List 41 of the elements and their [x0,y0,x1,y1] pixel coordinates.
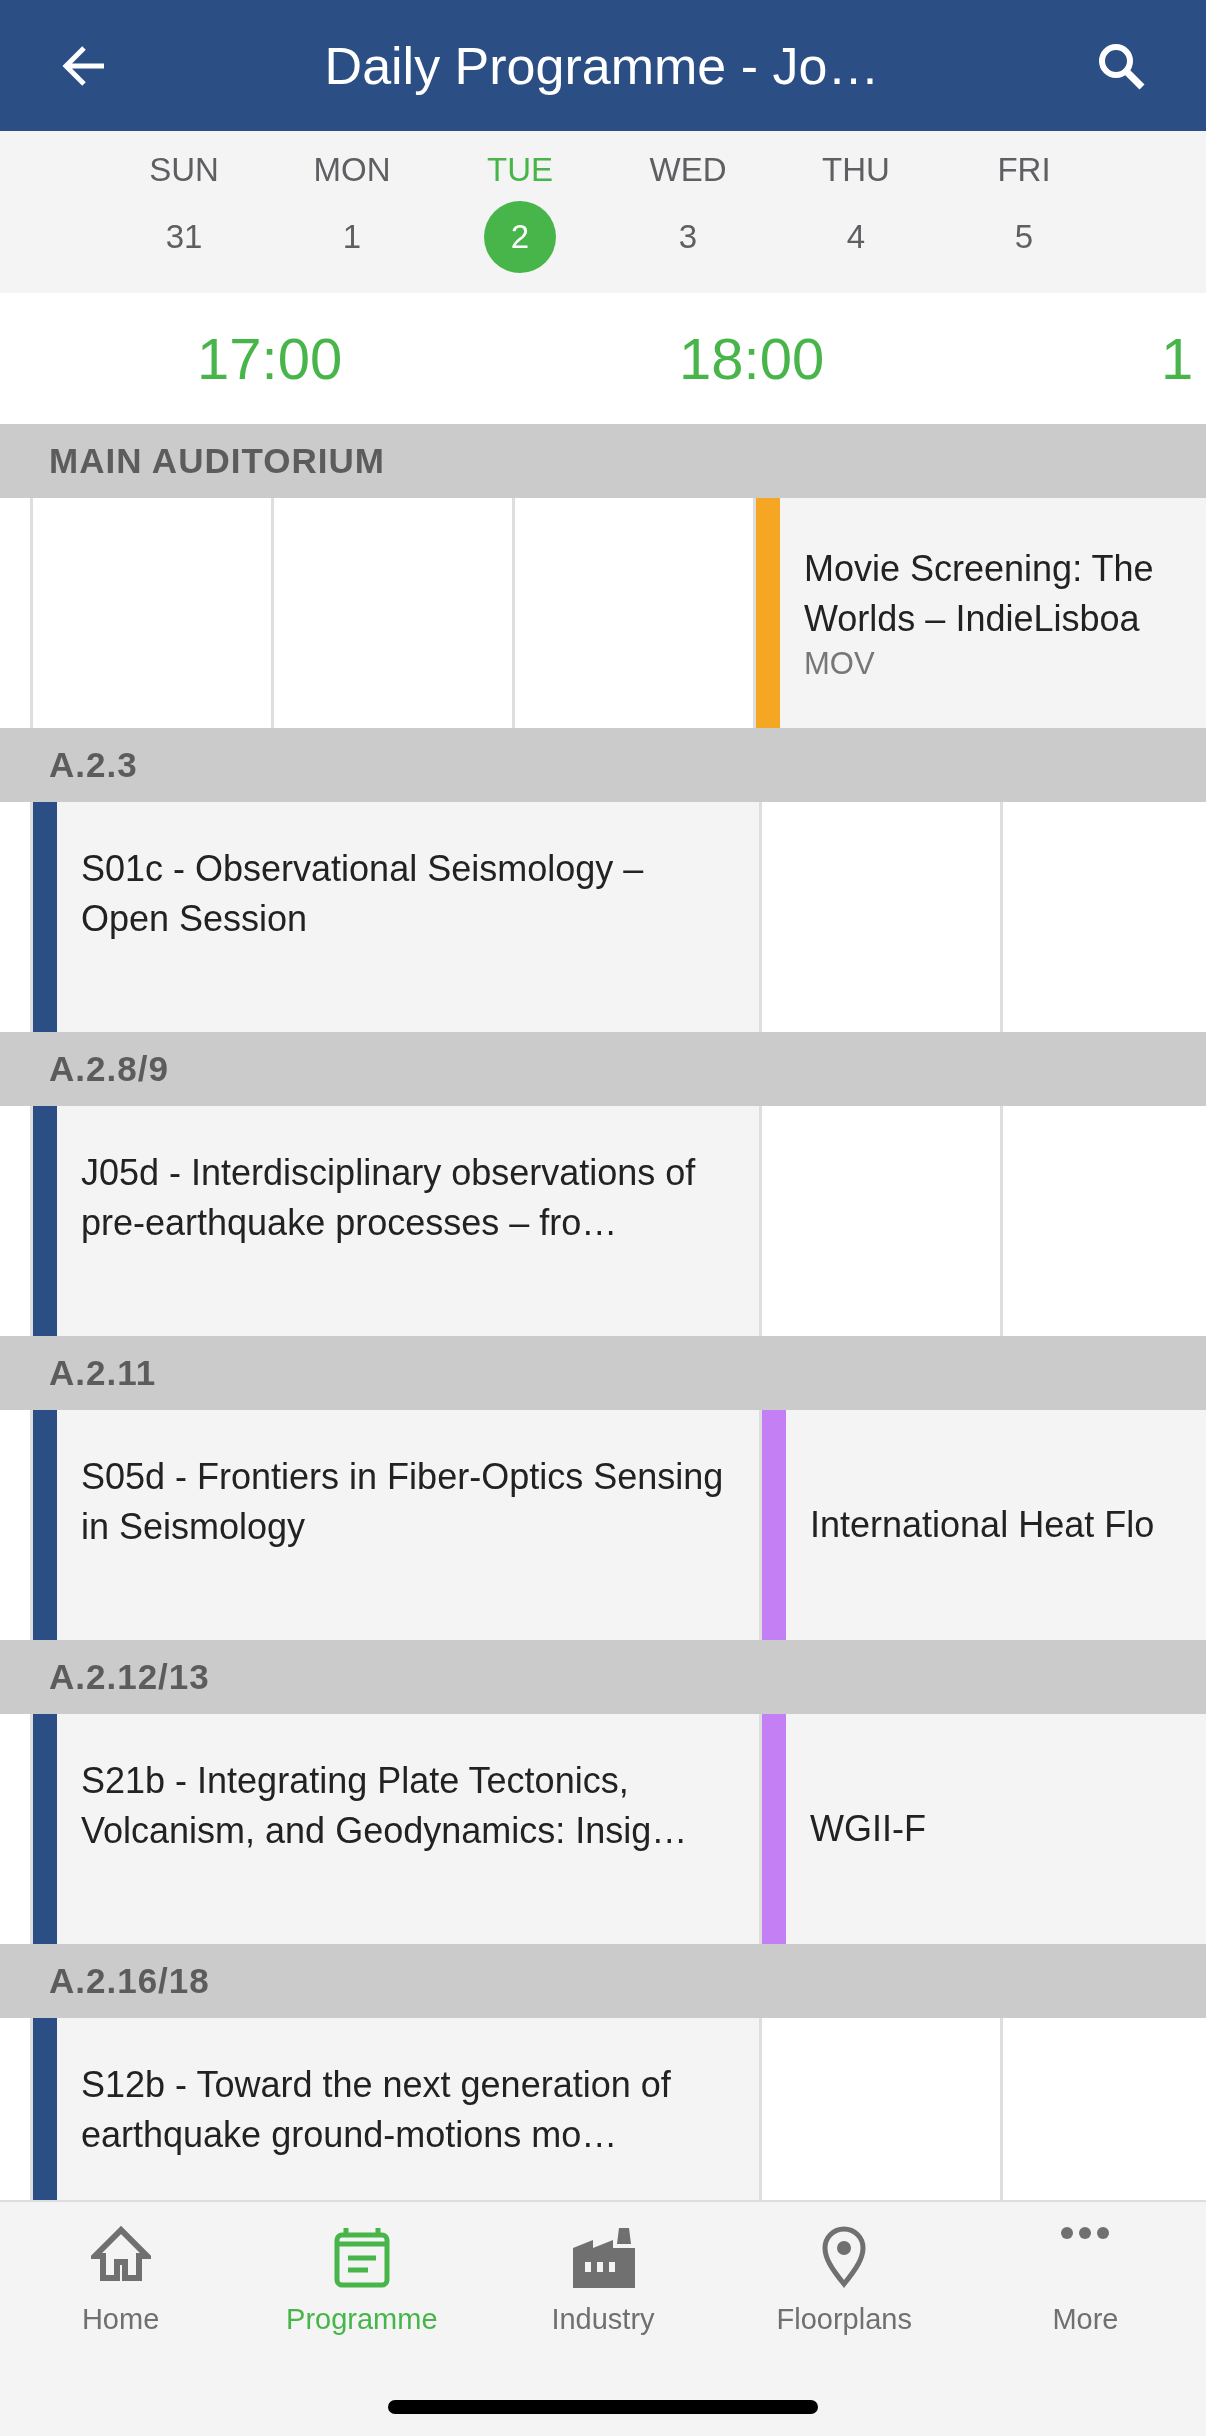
room-name: A.2.3 [49,745,138,785]
hour-label: 17:00 [197,326,343,391]
calendar-icon [333,2226,390,2288]
day-tab[interactable]: FRI 5 [940,131,1108,293]
session-title: J05d - Interdisciplinary observations of pre-earthquake processes – fro… [81,1151,697,1245]
room-name: A.2.11 [49,1353,157,1393]
session-title: S12b - Toward the next generation of earthquake ground-motions mo… [81,2063,672,2157]
nav-tab[interactable]: Industry [482,2226,724,2336]
hour-label: 1 [1161,326,1194,391]
session-card[interactable]: S12b - Toward the next generation of earthquake ground-motions mo… [33,2018,759,2200]
session-title: S01c - Observational Seismology – Open Session [81,847,645,941]
session-code: MOV [804,646,875,682]
session-title: S05d - Frontiers in Fiber-Optics Sensing in Seismology [81,1455,725,1549]
house-icon [90,2226,151,2282]
session-title: WGII-F [810,1807,926,1851]
session-title: International Heat Flo [810,1503,1155,1547]
day-tab[interactable]: WED 3 [604,131,772,293]
day-tab[interactable]: MON 1 [268,131,436,293]
session-card[interactable]: International Heat Flo [762,1410,1206,1640]
session-card[interactable]: Movie Screening: The Worlds – IndieLisboa MOV [756,498,1206,728]
more-dots-icon [1060,2226,1111,2240]
nav-tab[interactable]: Home [0,2226,242,2336]
room-name: MAIN AUDITORIUM [49,441,385,481]
day-tab[interactable]: THU 4 [772,131,940,293]
hour-label: 18:00 [679,326,825,391]
session-card[interactable]: S21b - Integrating Plate Tectonics, Volcanism, and Geodynamics: Insig… [33,1714,759,1944]
screen-title: Daily Programme - Jo… [324,35,880,96]
map-pin-icon [821,2226,868,2288]
day-tab[interactable]: SUN 31 [100,131,268,293]
session-card[interactable]: S01c - Observational Seismology – Open Session [33,802,759,1032]
session-card[interactable]: S05d - Frontiers in Fiber-Optics Sensing in Seismology [33,1410,759,1640]
session-card[interactable]: WGII-F [762,1714,1206,1944]
room-name: A.2.12/13 [49,1657,210,1697]
nav-tab[interactable]: Floorplans [723,2226,965,2336]
session-card[interactable]: J05d - Interdisciplinary observations of pre-earthquake processes – fro… [33,1106,759,1336]
room-name: A.2.16/18 [49,1961,210,2001]
nav-tab[interactable]: More [964,2226,1206,2336]
factory-icon [571,2226,635,2288]
session-title: Movie Screening: The Worlds – IndieLisboa [804,547,1154,641]
room-name: A.2.8/9 [49,1049,169,1089]
session-title: S21b - Integrating Plate Tectonics, Volcanism, and Geodynamics: Insig… [81,1759,689,1853]
